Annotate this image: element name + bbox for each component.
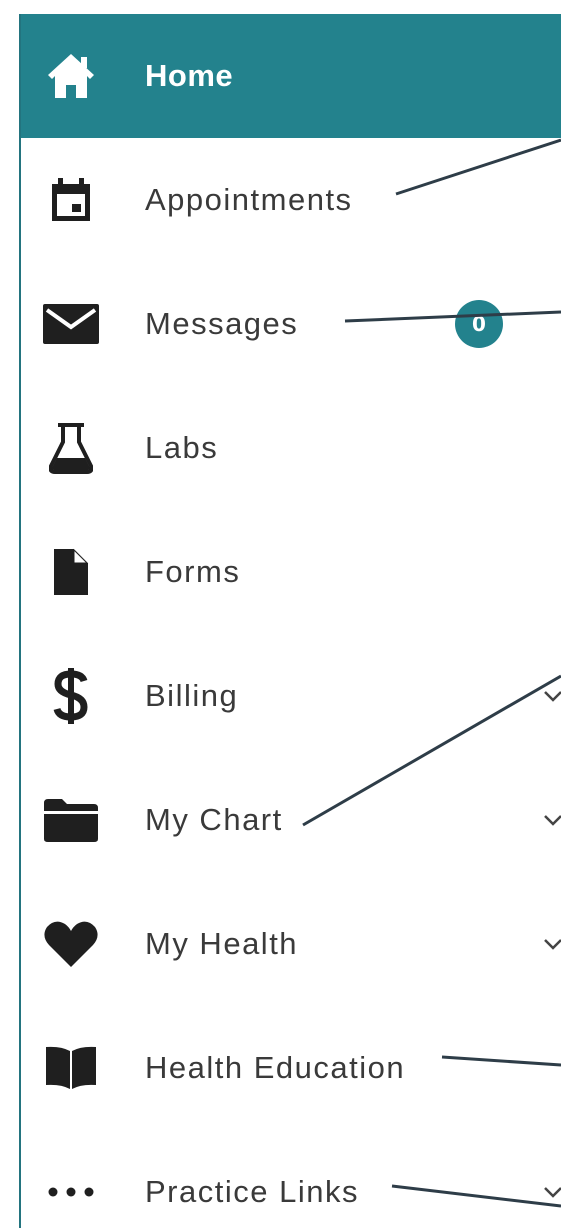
sidebar-item-practice-links[interactable]: Practice Links <box>21 1130 561 1228</box>
folder-icon <box>41 790 101 850</box>
sidebar-item-label: Home <box>145 58 234 93</box>
sidebar-item-label: Forms <box>145 554 241 589</box>
chevron-down-icon[interactable] <box>541 808 561 832</box>
sidebar-item-home[interactable]: Home <box>21 14 561 138</box>
sidebar-item-label: My Chart <box>145 802 283 837</box>
screenshot-stage: Home Appointments Messages 0 Labs Forms … <box>0 0 561 1228</box>
home-icon <box>41 46 101 106</box>
sidebar-item-label: My Health <box>145 926 299 961</box>
file-icon <box>41 542 101 602</box>
sidebar-item-my-health[interactable]: My Health <box>21 882 561 1006</box>
sidebar-item-forms[interactable]: Forms <box>21 510 561 634</box>
flask-icon <box>41 418 101 478</box>
calendar-icon <box>41 170 101 230</box>
sidebar-item-labs[interactable]: Labs <box>21 386 561 510</box>
envelope-icon <box>41 294 101 354</box>
sidebar-item-my-chart[interactable]: My Chart <box>21 758 561 882</box>
sidebar-item-messages[interactable]: Messages 0 <box>21 262 561 386</box>
sidebar-item-billing[interactable]: Billing <box>21 634 561 758</box>
sidebar-item-label: Messages <box>145 306 299 341</box>
sidebar-nav: Home Appointments Messages 0 Labs Forms … <box>19 14 561 1228</box>
chevron-down-icon[interactable] <box>541 684 561 708</box>
sidebar-item-label: Health Education <box>145 1050 406 1085</box>
sidebar-item-label: Billing <box>145 678 239 713</box>
chevron-down-icon[interactable] <box>541 932 561 956</box>
sidebar-item-label: Appointments <box>145 182 353 217</box>
sidebar-item-appointments[interactable]: Appointments <box>21 138 561 262</box>
chevron-down-icon[interactable] <box>541 1180 561 1204</box>
unread-count-badge: 0 <box>455 300 503 348</box>
book-icon <box>41 1038 101 1098</box>
heart-icon <box>41 914 101 974</box>
ellipsis-icon <box>41 1162 101 1222</box>
sidebar-item-health-education[interactable]: Health Education <box>21 1006 561 1130</box>
sidebar-item-label: Practice Links <box>145 1174 359 1209</box>
sidebar-item-label: Labs <box>145 430 219 465</box>
dollar-icon <box>41 666 101 726</box>
